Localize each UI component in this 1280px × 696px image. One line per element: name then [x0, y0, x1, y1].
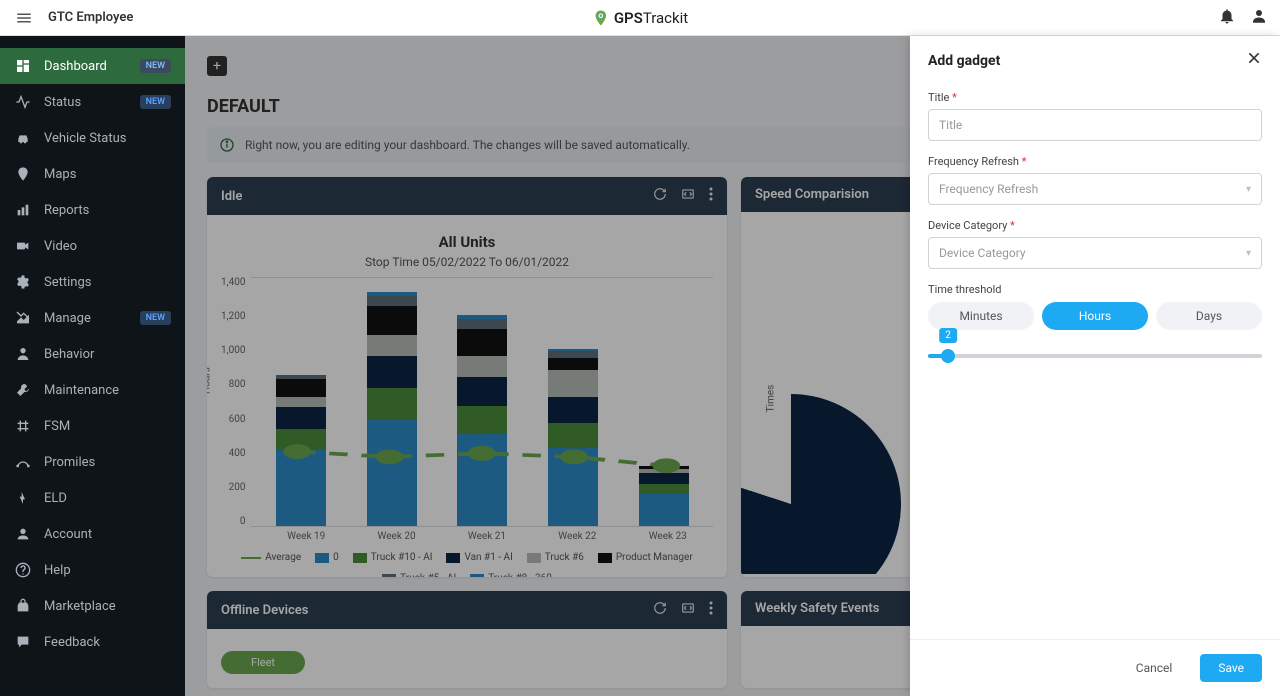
sidebar-item-status[interactable]: StatusNEW [0, 84, 185, 120]
sidebar-item-settings[interactable]: Settings [0, 264, 185, 300]
eld-icon [14, 489, 32, 507]
sidebar-item-account[interactable]: Account [0, 516, 185, 552]
frequency-select[interactable]: Frequency Refresh ▾ [928, 173, 1262, 205]
threshold-label: Time threshold [928, 283, 1262, 296]
dashboard-icon [14, 57, 32, 75]
close-icon[interactable] [1246, 50, 1262, 71]
status-icon [14, 93, 32, 111]
sidebar-item-maintenance[interactable]: Maintenance [0, 372, 185, 408]
sidebar-nav: DashboardNEWStatusNEWVehicle StatusMapsR… [0, 36, 185, 696]
notifications-icon[interactable] [1218, 7, 1236, 29]
save-button[interactable]: Save [1200, 654, 1262, 682]
threshold-days-button[interactable]: Days [1156, 302, 1262, 330]
sidebar-item-eld[interactable]: ELD [0, 480, 185, 516]
threshold-minutes-button[interactable]: Minutes [928, 302, 1034, 330]
threshold-slider[interactable]: 2 [928, 354, 1262, 358]
new-badge: NEW [140, 59, 171, 73]
sidebar-item-manage[interactable]: ManageNEW [0, 300, 185, 336]
sidebar-item-fsm[interactable]: FSM [0, 408, 185, 444]
account-icon [14, 525, 32, 543]
maps-icon [14, 165, 32, 183]
current-user-label: GTC Employee [48, 10, 133, 25]
sidebar-item-marketplace[interactable]: Marketplace [0, 588, 185, 624]
brand-logo: GPSTrackit [592, 9, 688, 27]
app-header: GTC Employee GPSTrackit [0, 0, 1280, 36]
category-select[interactable]: Device Category ▾ [928, 237, 1262, 269]
profile-icon[interactable] [1250, 7, 1268, 29]
maintenance-icon [14, 381, 32, 399]
settings-icon [14, 273, 32, 291]
fsm-icon [14, 417, 32, 435]
reports-icon [14, 201, 32, 219]
chevron-down-icon: ▾ [1246, 248, 1251, 259]
sidebar-item-video[interactable]: Video [0, 228, 185, 264]
video-icon [14, 237, 32, 255]
sidebar-item-help[interactable]: Help [0, 552, 185, 588]
brand-pin-icon [592, 9, 610, 27]
help-icon [14, 561, 32, 579]
category-label: Device Category * [928, 219, 1262, 232]
sidebar-item-reports[interactable]: Reports [0, 192, 185, 228]
vehicle-status-icon [14, 129, 32, 147]
marketplace-icon [14, 597, 32, 615]
title-input[interactable] [928, 109, 1262, 141]
cancel-button[interactable]: Cancel [1118, 654, 1191, 682]
feedback-icon [14, 633, 32, 651]
sidebar-item-behavior[interactable]: Behavior [0, 336, 185, 372]
new-badge: NEW [140, 311, 171, 325]
frequency-label: Frequency Refresh * [928, 155, 1262, 168]
title-label: Title * [928, 91, 1262, 104]
manage-icon [14, 309, 32, 327]
sidebar-item-feedback[interactable]: Feedback [0, 624, 185, 660]
add-gadget-panel: Add gadget Title * Frequency Refresh * F… [910, 36, 1280, 696]
panel-title: Add gadget [928, 53, 1000, 69]
new-badge: NEW [140, 95, 171, 109]
behavior-icon [14, 345, 32, 363]
sidebar-item-maps[interactable]: Maps [0, 156, 185, 192]
promiles-icon [14, 453, 32, 471]
hamburger-menu-icon[interactable] [12, 6, 36, 30]
sidebar-item-dashboard[interactable]: DashboardNEW [0, 48, 185, 84]
sidebar-item-promiles[interactable]: Promiles [0, 444, 185, 480]
threshold-hours-button[interactable]: Hours [1042, 302, 1148, 330]
threshold-segmented-control: Minutes Hours Days [928, 302, 1262, 330]
sidebar-item-vehicle-status[interactable]: Vehicle Status [0, 120, 185, 156]
chevron-down-icon: ▾ [1246, 184, 1251, 195]
